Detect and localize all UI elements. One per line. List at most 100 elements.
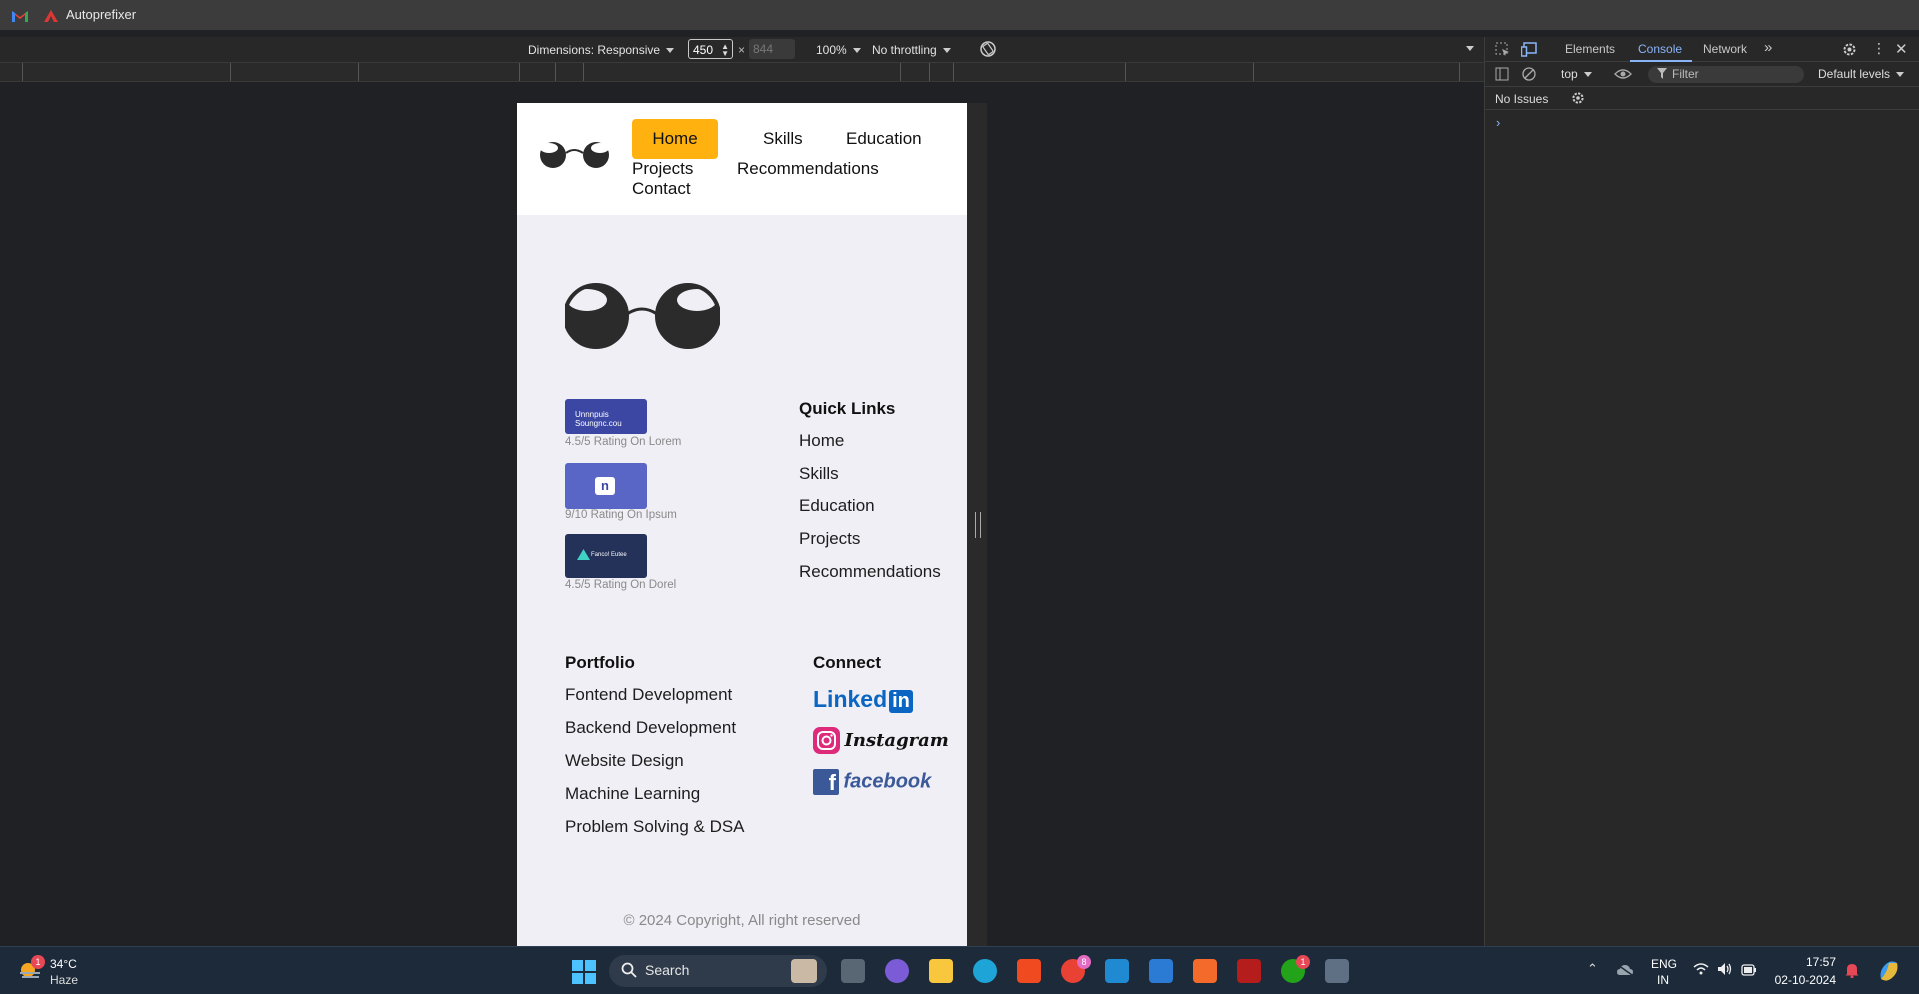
quick-link-education[interactable]: Education (799, 496, 875, 516)
clear-console-icon[interactable] (1522, 67, 1536, 84)
ruler-tick (230, 63, 231, 81)
facebook-link[interactable]: f facebook (813, 769, 931, 795)
console-settings-gear-icon[interactable] (1571, 91, 1585, 108)
file-explorer-icon[interactable] (929, 959, 953, 983)
close-icon[interactable]: ✕ (1895, 40, 1908, 58)
windows-taskbar: 1 34°C Haze Search 8 1 ⌃ ENG IN 17:57 02… (0, 946, 1919, 994)
portfolio-link[interactable]: Fontend Development (565, 685, 732, 705)
portfolio-link[interactable]: Website Design (565, 751, 684, 771)
linkedin-text: Linked (813, 686, 888, 712)
nav-projects[interactable]: Projects (632, 159, 693, 179)
glasses-logo-icon[interactable] (539, 139, 611, 176)
search-highlight-icon (791, 959, 817, 983)
issues-label[interactable]: No Issues (1495, 92, 1548, 106)
stepper-icon[interactable]: ▲ ▼ (721, 43, 729, 58)
nav-skills[interactable]: Skills (763, 129, 803, 149)
context-selector[interactable]: top (1561, 67, 1592, 81)
quick-link-recommendations[interactable]: Recommendations (799, 562, 941, 582)
width-input[interactable]: 450 ▲ ▼ (688, 39, 733, 59)
rating-badge-3[interactable]: Fanco! Eutee (565, 534, 647, 578)
quick-link-skills[interactable]: Skills (799, 464, 839, 484)
quick-links-heading: Quick Links (799, 399, 896, 418)
quick-link-home[interactable]: Home (799, 431, 844, 451)
onedrive-icon[interactable] (1617, 963, 1633, 981)
log-levels-dropdown[interactable]: Default levels (1818, 67, 1905, 81)
app-icon-red[interactable] (1237, 959, 1261, 983)
devtools-panel: Elements Console Network » ⋮ ✕ top Filte… (1484, 37, 1919, 946)
media-query-ruler[interactable] (0, 62, 1484, 82)
nav-recommendations[interactable]: Recommendations (737, 159, 879, 179)
tab-console[interactable]: Console (1638, 42, 1682, 56)
language-line2[interactable]: IN (1657, 973, 1669, 987)
rating-caption: 4.5/5 Rating On Dorel (565, 579, 677, 591)
portfolio-link[interactable]: Machine Learning (565, 784, 700, 804)
portfolio-link[interactable]: Backend Development (565, 718, 736, 738)
kebab-menu-icon[interactable]: ⋮ (1872, 40, 1886, 57)
ruler-tick (583, 63, 584, 81)
chrome-badge: 8 (1077, 955, 1091, 969)
more-tabs-icon[interactable]: » (1764, 39, 1772, 56)
weather-desc[interactable]: Haze (50, 973, 78, 987)
height-input[interactable]: 844 (749, 39, 795, 59)
tab-title[interactable]: Autoprefixer (66, 7, 136, 22)
tab-elements[interactable]: Elements (1565, 42, 1615, 56)
nav-home-button[interactable]: Home (632, 119, 718, 159)
calculator-icon[interactable] (1325, 959, 1349, 983)
clock-date[interactable]: 02-10-2024 (1774, 973, 1836, 987)
console-filter-input[interactable]: Filter (1648, 66, 1804, 83)
weather-temp[interactable]: 34°C (50, 957, 77, 971)
clock-time[interactable]: 17:57 (1774, 955, 1836, 969)
console-prompt-icon[interactable]: › (1496, 115, 1500, 130)
weather-badge: 1 (31, 955, 45, 969)
nav-education[interactable]: Education (846, 129, 922, 149)
dimensions-dropdown[interactable]: Dimensions: Responsive (528, 43, 675, 57)
windows-start-icon[interactable] (572, 960, 596, 989)
resize-handle[interactable] (975, 512, 981, 538)
vscode-icon[interactable] (1105, 959, 1129, 983)
log-levels-label: Default levels (1818, 67, 1891, 81)
battery-icon[interactable] (1741, 963, 1757, 981)
brave-icon[interactable] (1017, 959, 1041, 983)
task-view-icon[interactable] (841, 959, 865, 983)
ruler-tick (1253, 63, 1254, 81)
copilot-icon[interactable] (1877, 959, 1901, 988)
portfolio-link[interactable]: Problem Solving & DSA (565, 817, 745, 837)
wifi-icon[interactable] (1693, 962, 1709, 981)
filter-placeholder: Filter (1672, 67, 1699, 81)
rating-badge-2[interactable]: n (565, 463, 647, 509)
live-expression-eye-icon[interactable] (1614, 67, 1632, 84)
app-icon-purple[interactable] (885, 959, 909, 983)
device-toolbar: Dimensions: Responsive 450 ▲ ▼ × 844 100%… (0, 37, 1484, 62)
device-toolbar-more-icon[interactable] (1460, 41, 1474, 55)
tab-network[interactable]: Network (1703, 42, 1747, 56)
language-line1[interactable]: ENG (1651, 957, 1677, 971)
chevron-down-icon (852, 48, 861, 54)
app-icon-blue[interactable] (1149, 959, 1173, 983)
rating-logo-text: Unnnpuis Soungnc.cou (575, 410, 622, 428)
gmail-icon[interactable] (12, 9, 28, 22)
filter-icon (1657, 68, 1667, 82)
throttling-dropdown[interactable]: No throttling (872, 43, 951, 57)
inspect-element-icon[interactable] (1495, 42, 1510, 62)
volume-icon[interactable] (1717, 962, 1733, 981)
site-header: Home Skills Education Projects Recommend… (517, 103, 967, 215)
autoprefixer-icon[interactable] (44, 9, 58, 22)
chevron-up-icon[interactable]: ⌃ (1587, 961, 1598, 977)
instagram-link[interactable]: Instagram (813, 727, 949, 754)
zoom-dropdown[interactable]: 100% (816, 43, 861, 57)
ruler-tick (900, 63, 901, 81)
rotate-icon[interactable] (979, 40, 997, 61)
settings-gear-icon[interactable] (1842, 42, 1857, 62)
quick-link-projects[interactable]: Projects (799, 529, 860, 549)
linkedin-link[interactable]: Linked in (813, 686, 913, 713)
sidebar-toggle-icon[interactable] (1495, 67, 1509, 84)
footer-glasses-logo-icon (563, 282, 721, 355)
notification-bell-icon[interactable] (1845, 962, 1859, 983)
edge-icon[interactable] (973, 959, 997, 983)
search-label: Search (645, 962, 690, 978)
taskbar-search-box[interactable]: Search (609, 955, 827, 987)
device-toggle-icon[interactable] (1520, 42, 1537, 62)
nav-contact[interactable]: Contact (632, 179, 691, 199)
xampp-icon[interactable] (1193, 959, 1217, 983)
rating-badge-1[interactable]: Unnnpuis Soungnc.cou (565, 399, 647, 434)
